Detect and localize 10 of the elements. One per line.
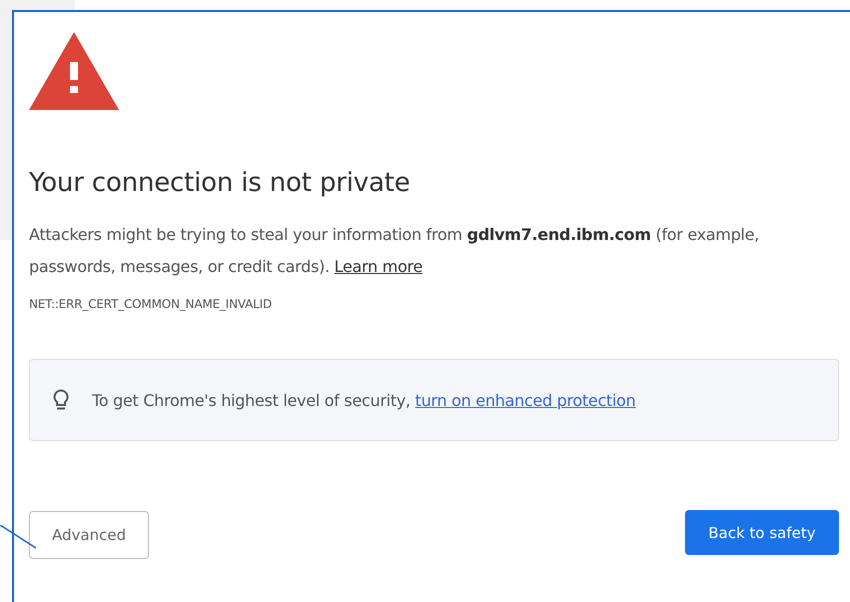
- advanced-button[interactable]: Advanced: [29, 511, 149, 559]
- back-to-safety-button[interactable]: Back to safety: [685, 510, 839, 555]
- learn-more-link[interactable]: Learn more: [334, 257, 423, 276]
- warning-message: Attackers might be trying to steal your information from gdlvm7.end.ibm.com (for example, passwords, messages, or credit cards). Learn more: [29, 224, 760, 278]
- enhanced-protection-link[interactable]: turn on enhanced protection: [415, 390, 636, 410]
- error-code: NET::ERR_CERT_COMMON_NAME_INVALID: [29, 297, 273, 311]
- warning-icon: [29, 32, 119, 110]
- lightbulb-icon: [52, 389, 70, 411]
- tip-text: To get Chrome's highest level of security, turn on enhanced protection: [92, 390, 636, 410]
- page-heading: Your connection is not private: [29, 167, 412, 200]
